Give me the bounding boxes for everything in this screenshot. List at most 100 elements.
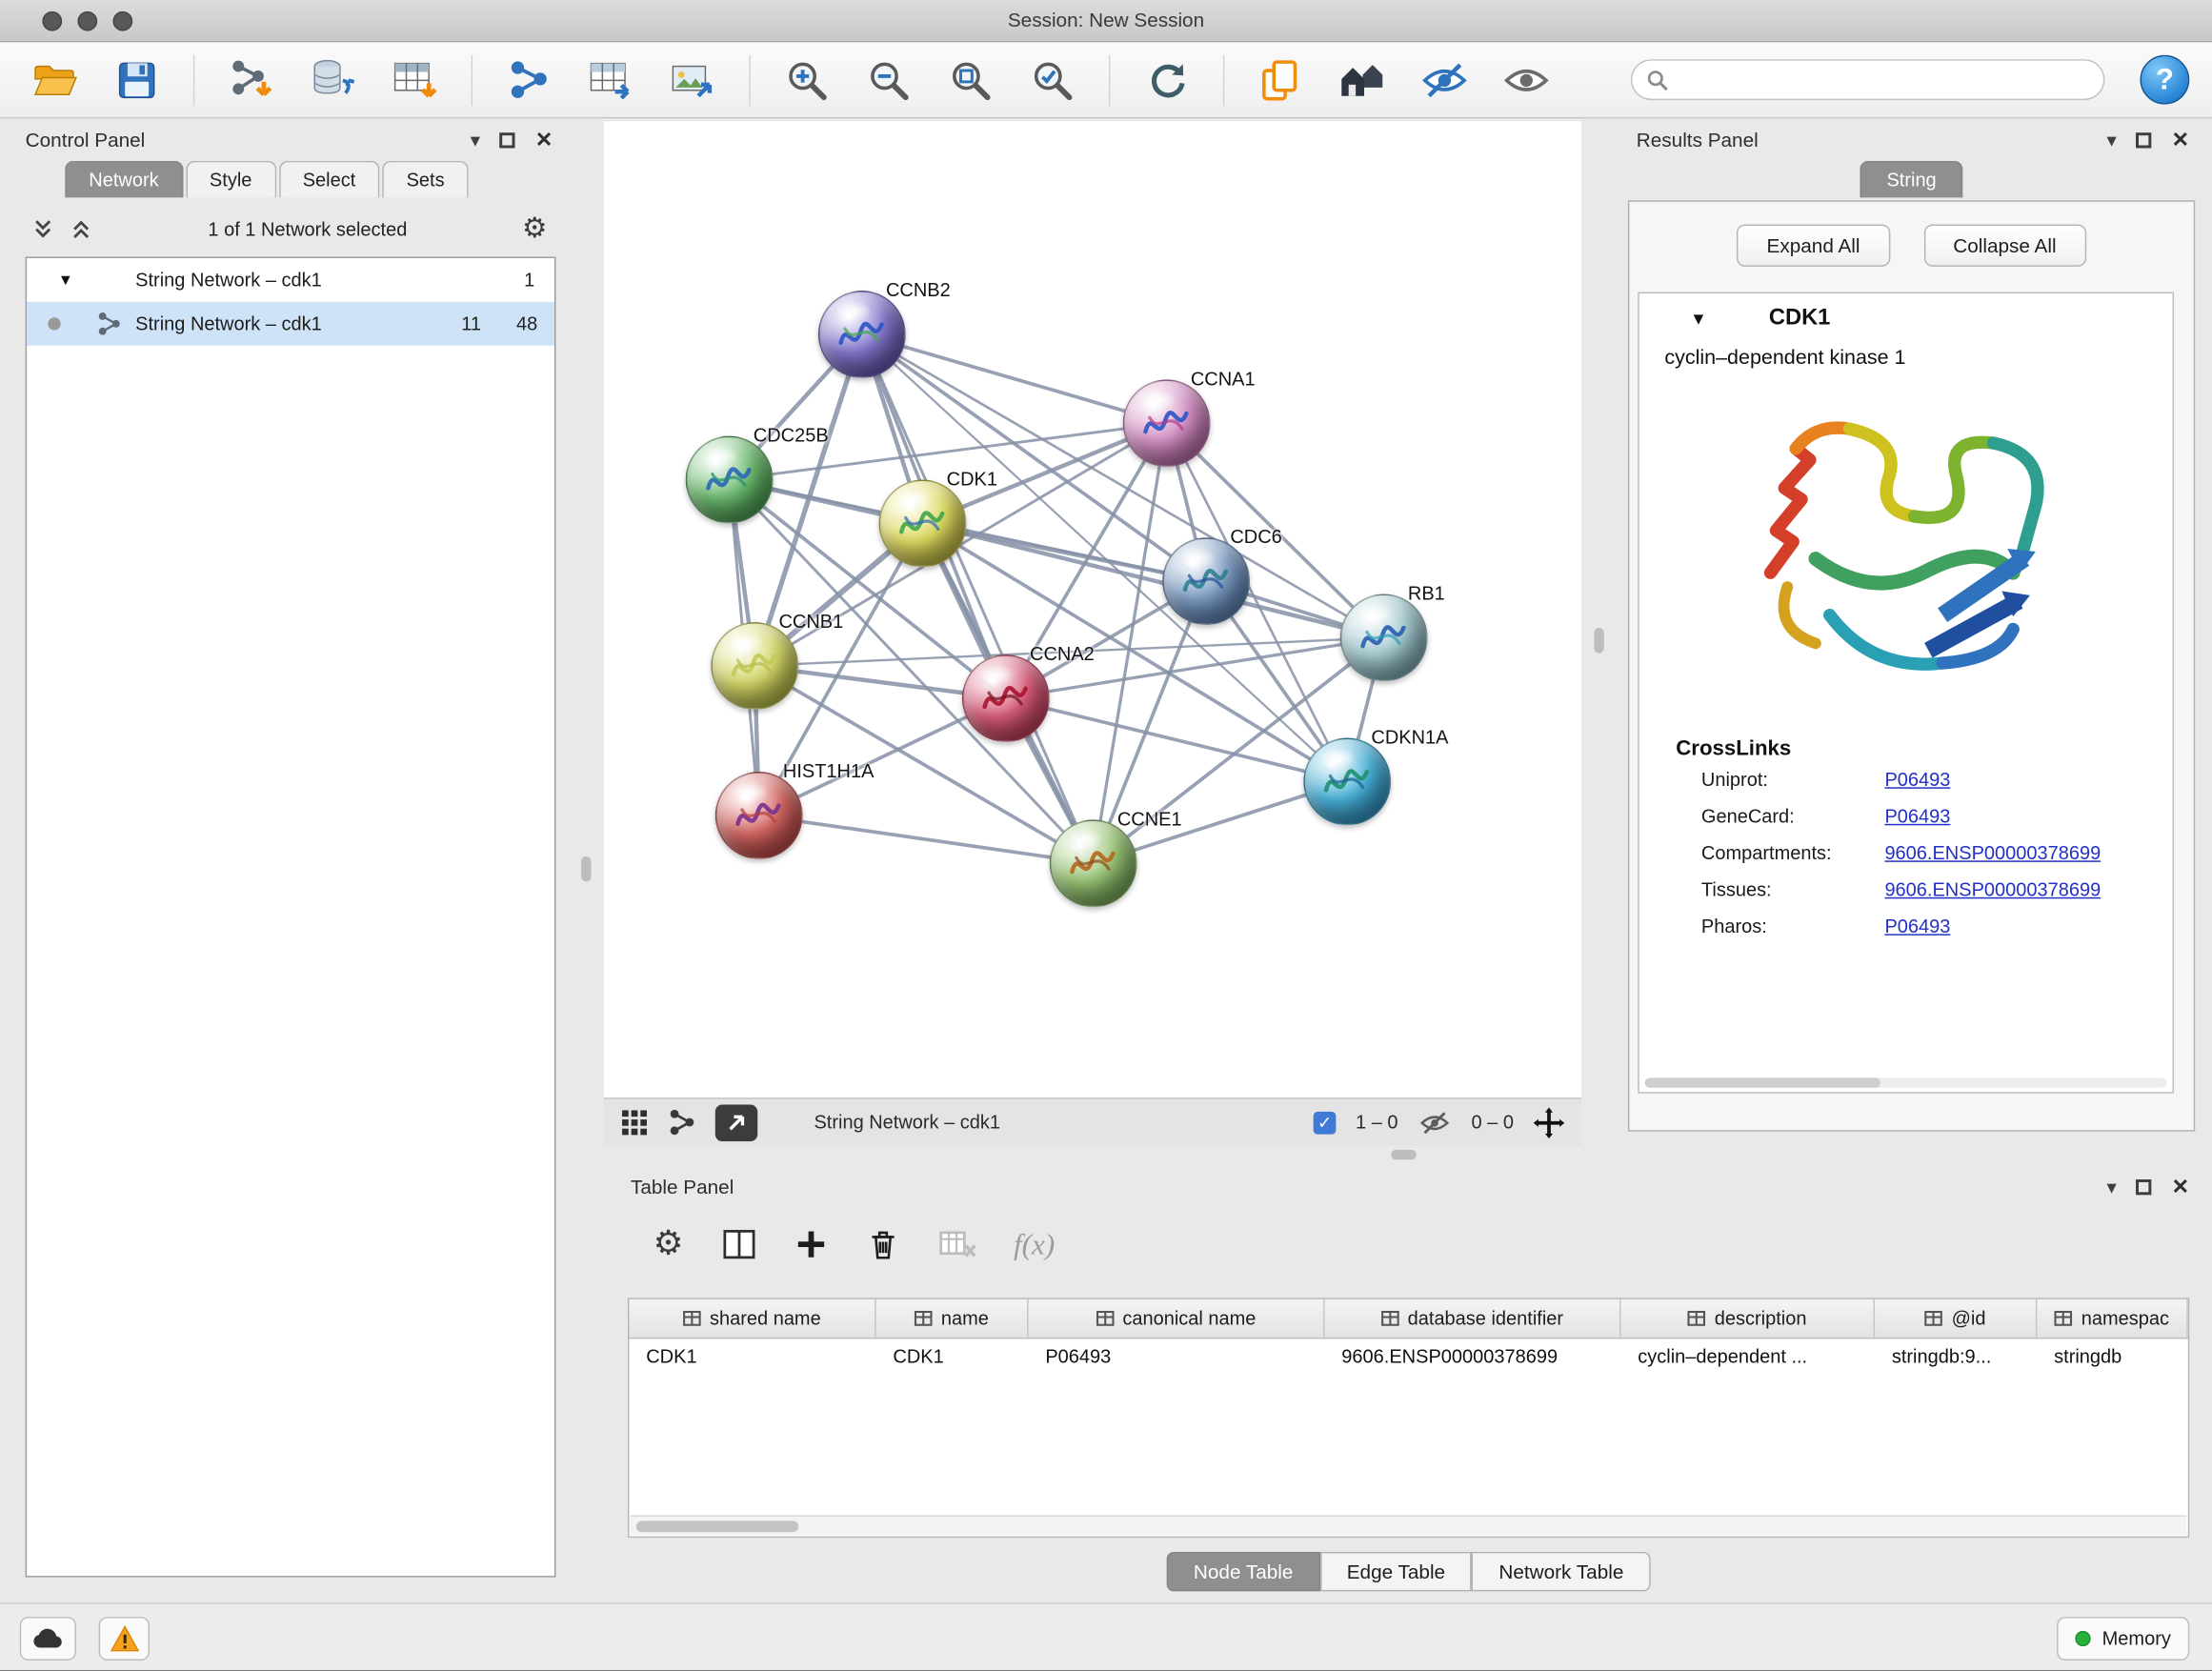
table-settings-gear-icon[interactable]: ⚙	[654, 1227, 684, 1261]
crosslink-tissues-link[interactable]: 9606.ENSP00000378699	[1884, 879, 2101, 900]
float-panel-icon[interactable]: ▾	[2107, 130, 2117, 150]
refresh-button[interactable]	[1132, 49, 1202, 111]
export-image-button[interactable]	[657, 49, 728, 111]
column-header[interactable]: canonical name	[1029, 1299, 1325, 1338]
graph-node-CDK1[interactable]: CDK1	[879, 479, 967, 567]
protein-sphere	[1123, 379, 1211, 467]
memory-button[interactable]: Memory	[2057, 1617, 2189, 1661]
crosslink-compartments-link[interactable]: 9606.ENSP00000378699	[1884, 842, 2101, 863]
tab-sets[interactable]: Sets	[382, 161, 468, 198]
column-type-icon	[1688, 1309, 1706, 1327]
import-network-database-button[interactable]	[297, 49, 368, 111]
add-column-plus-icon[interactable]	[794, 1227, 828, 1261]
horizontal-splitter-grip[interactable]	[1391, 1150, 1417, 1159]
export-view-button[interactable]	[715, 1104, 757, 1141]
column-header[interactable]: description	[1621, 1299, 1876, 1338]
graph-node-CCNE1[interactable]: CCNE1	[1050, 819, 1137, 907]
zoom-in-button[interactable]	[772, 49, 842, 111]
tab-network-table[interactable]: Network Table	[1472, 1552, 1650, 1591]
collapse-triangle-icon[interactable]: ▼	[1690, 309, 1707, 329]
function-builder-icon[interactable]: f(x)	[1014, 1227, 1055, 1262]
graph-node-RB1[interactable]: RB1	[1340, 594, 1428, 681]
column-header[interactable]: @id	[1875, 1299, 2037, 1338]
tab-string[interactable]: String	[1860, 161, 1963, 198]
copy-documents-icon	[1259, 57, 1301, 102]
graph-node-CCNA1[interactable]: CCNA1	[1123, 379, 1211, 467]
graph-node-CDKN1A[interactable]: CDKN1A	[1303, 737, 1391, 825]
arrow-up-right-icon	[727, 1113, 747, 1133]
expand-all-button[interactable]: Expand All	[1737, 224, 1889, 266]
graph-node-CDC25B[interactable]: CDC25B	[686, 436, 774, 524]
table-header-row: shared name name canonical name database…	[629, 1299, 2187, 1339]
collapse-all-tree-icon[interactable]	[70, 216, 93, 240]
scrollbar-thumb[interactable]	[636, 1520, 798, 1532]
crosslink-genecard-link[interactable]: P06493	[1884, 806, 1950, 827]
selected-checkbox-icon[interactable]: ✓	[1314, 1111, 1337, 1134]
graph-node-CCNB2[interactable]: CCNB2	[818, 291, 906, 378]
gear-icon[interactable]: ⚙	[522, 214, 548, 243]
hidden-eye-slash-icon[interactable]	[1418, 1110, 1452, 1136]
copy-button[interactable]	[1246, 49, 1317, 111]
column-header[interactable]: database identifier	[1325, 1299, 1621, 1338]
network-row[interactable]: String Network – cdk1 11 48	[27, 302, 554, 346]
gene-card-header[interactable]: ▼ CDK1	[1639, 293, 2173, 344]
tab-network[interactable]: Network	[65, 161, 183, 198]
hide-selection-button[interactable]	[1409, 49, 1479, 111]
cloud-status-button[interactable]	[20, 1617, 76, 1661]
float-panel-icon[interactable]: ▾	[471, 130, 480, 150]
scrollbar-thumb[interactable]	[1645, 1077, 1880, 1087]
warnings-button[interactable]	[99, 1617, 150, 1661]
table-row[interactable]: CDK1 CDK1 P06493 9606.ENSP00000378699 cy…	[629, 1339, 2187, 1378]
graph-node-CCNA2[interactable]: CCNA2	[962, 654, 1050, 742]
tab-select[interactable]: Select	[279, 161, 380, 198]
table-panel-title: Table Panel	[631, 1176, 734, 1198]
column-header[interactable]: namespac	[2037, 1299, 2187, 1338]
collapse-all-button[interactable]: Collapse All	[1923, 224, 2086, 266]
help-button[interactable]: ?	[2140, 55, 2189, 105]
zoom-out-button[interactable]	[854, 49, 924, 111]
import-table-file-button[interactable]	[379, 49, 450, 111]
first-neighbors-button[interactable]	[1327, 49, 1398, 111]
maximize-panel-icon[interactable]	[2137, 131, 2152, 147]
zoom-selected-button[interactable]	[1017, 49, 1088, 111]
maximize-panel-icon[interactable]	[2137, 1178, 2152, 1194]
table-horizontal-scrollbar[interactable]	[631, 1515, 2186, 1535]
tab-node-table[interactable]: Node Table	[1167, 1552, 1320, 1591]
open-session-button[interactable]	[20, 49, 90, 111]
expand-all-tree-icon[interactable]	[31, 216, 55, 240]
search-input[interactable]	[1678, 63, 2103, 97]
delete-trash-icon[interactable]	[864, 1226, 901, 1263]
column-header[interactable]: shared name	[629, 1299, 875, 1338]
close-panel-icon[interactable]: ✕	[2172, 1174, 2190, 1199]
network-share-icon[interactable]	[669, 1109, 695, 1136]
graph-node-HIST1H1A[interactable]: HIST1H1A	[715, 772, 803, 859]
tab-style[interactable]: Style	[186, 161, 276, 198]
birds-eye-grid-icon[interactable]	[621, 1108, 650, 1137]
graph-node-CDC6[interactable]: CDC6	[1162, 537, 1250, 625]
maximize-panel-icon[interactable]	[500, 131, 515, 147]
new-table-icon	[589, 57, 633, 102]
save-session-button[interactable]	[102, 49, 172, 111]
close-panel-icon[interactable]: ✕	[535, 127, 553, 152]
close-panel-icon[interactable]: ✕	[2172, 127, 2190, 152]
crosslink-pharos-link[interactable]: P06493	[1884, 916, 1950, 936]
tab-edge-table[interactable]: Edge Table	[1320, 1552, 1473, 1591]
zoom-fit-button[interactable]	[935, 49, 1006, 111]
vertical-splitter-grip[interactable]	[581, 856, 591, 882]
show-all-button[interactable]	[1491, 49, 1561, 111]
collapse-triangle-icon[interactable]: ▼	[58, 272, 78, 289]
column-header[interactable]: name	[876, 1299, 1029, 1338]
float-panel-icon[interactable]: ▾	[2107, 1177, 2117, 1197]
fit-content-crosshair-icon[interactable]	[1534, 1107, 1565, 1138]
show-columns-icon[interactable]	[720, 1226, 757, 1263]
control-panel: Control Panel ▾ ✕ Network Style Select S…	[11, 121, 564, 1588]
new-table-button[interactable]	[575, 49, 646, 111]
network-collection-row[interactable]: ▼ String Network – cdk1 1	[27, 258, 554, 302]
graph-node-CCNB1[interactable]: CCNB1	[711, 622, 798, 710]
horizontal-scrollbar[interactable]	[1645, 1077, 2167, 1087]
crosslink-uniprot-link[interactable]: P06493	[1884, 769, 1950, 790]
import-network-file-button[interactable]	[216, 49, 287, 111]
network-canvas[interactable]: CCNB2 CCNA1 CDC25B CDK1 CDC6 RB1 CCNB1 CCNA2 CDK…	[604, 121, 1581, 1097]
vertical-splitter-grip[interactable]	[1594, 628, 1603, 654]
new-network-button[interactable]	[493, 49, 564, 111]
